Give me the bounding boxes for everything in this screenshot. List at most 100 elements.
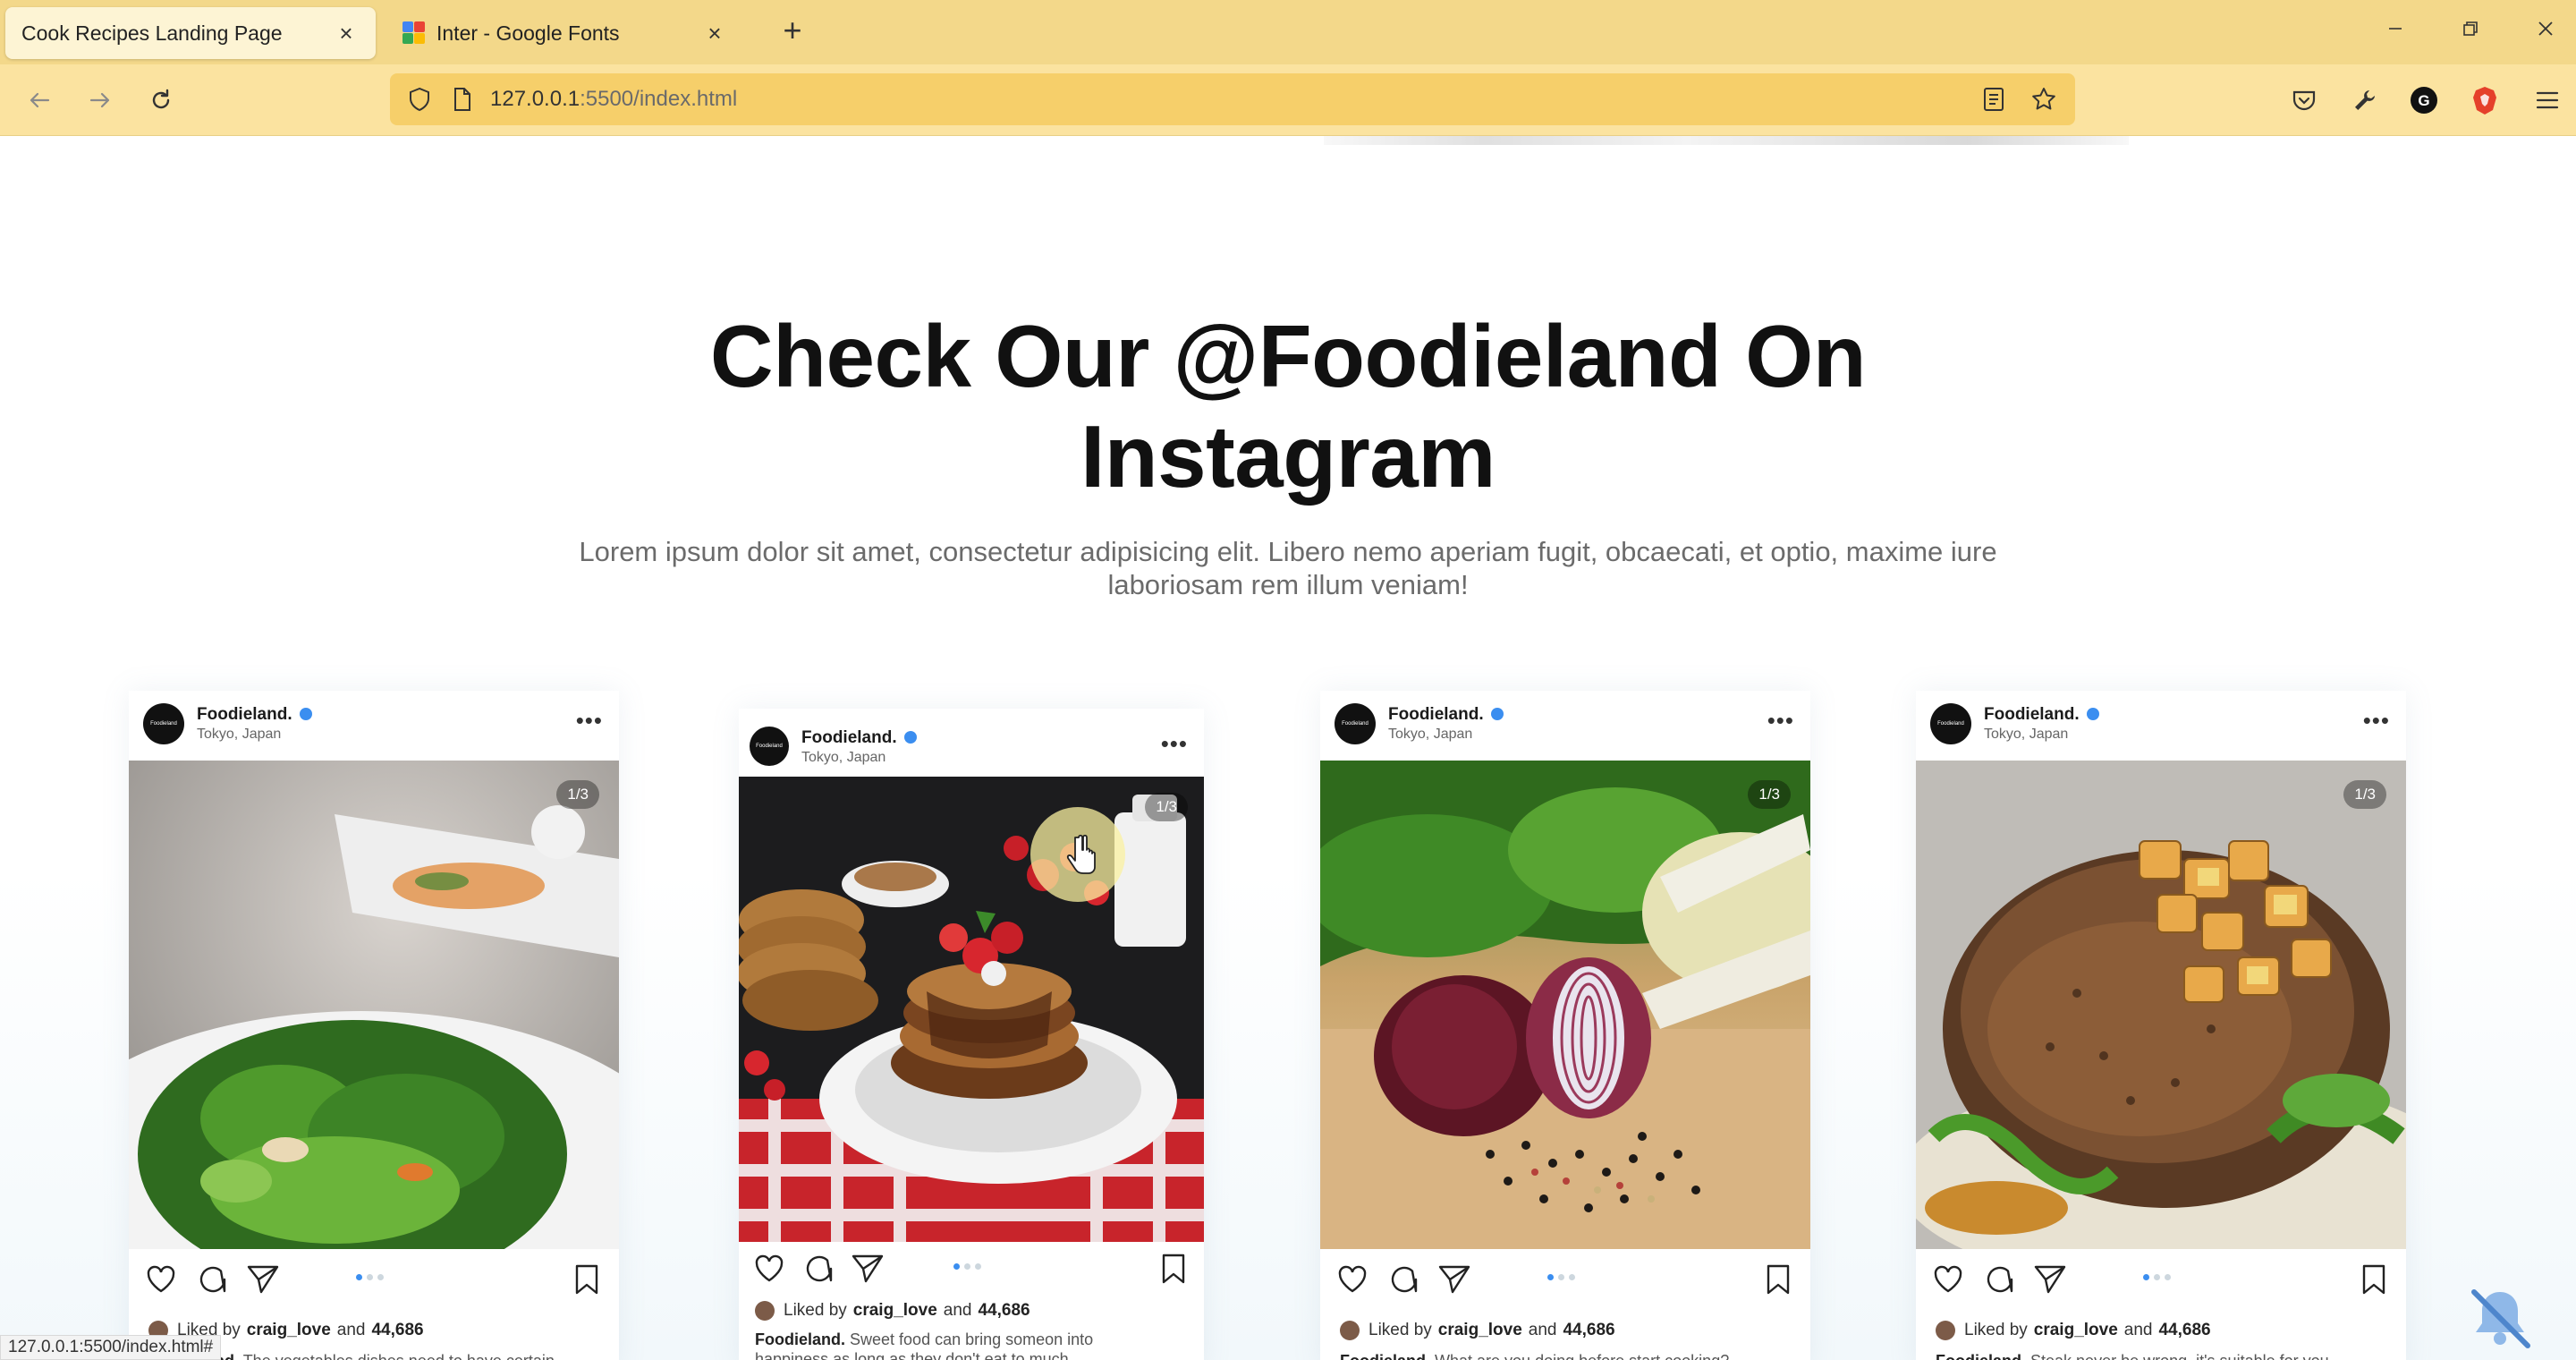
tab-title: Cook Recipes Landing Page: [21, 21, 283, 45]
carousel-dots: [356, 1274, 384, 1280]
url-path: :5500/index.html: [580, 87, 738, 111]
instagram-post-card[interactable]: Foodieland Foodieland. Tokyo, Japan •••: [1320, 691, 1810, 1360]
post-account[interactable]: Foodieland.: [1984, 705, 2099, 725]
notifications-muted-bell-icon[interactable]: [2462, 1279, 2538, 1356]
post-account[interactable]: Foodieland.: [801, 728, 917, 748]
browser-nav-bar: 127.0.0.1:5500/index.html G: [0, 64, 2576, 136]
instagram-post-card[interactable]: Foodieland Foodieland. Tokyo, Japan •••: [739, 709, 1204, 1360]
post-location: Tokyo, Japan: [1984, 727, 2069, 742]
minimize-window-icon[interactable]: [2368, 11, 2422, 47]
liker-username[interactable]: craig_love: [247, 1321, 331, 1340]
svg-text:G: G: [2418, 92, 2429, 109]
post-account[interactable]: Foodieland.: [197, 705, 312, 725]
post-header: Foodieland Foodieland. Tokyo, Japan •••: [1320, 691, 1810, 761]
post-actions: [129, 1249, 619, 1308]
image-counter-badge: 1/3: [2343, 780, 2386, 809]
post-caption: Foodieland. Sweet food can bring someon …: [755, 1330, 1094, 1360]
browser-status-bar: 127.0.0.1:5500/index.html#: [0, 1335, 222, 1360]
share-icon[interactable]: [1436, 1262, 1472, 1297]
post-photo-salad[interactable]: 1/3: [129, 761, 619, 1249]
section-subtitle: Lorem ipsum dolor sit amet, consectetur …: [537, 535, 2039, 601]
liker-username[interactable]: craig_love: [2034, 1321, 2118, 1340]
verified-badge-icon: [299, 708, 312, 720]
comment-icon[interactable]: [1386, 1262, 1422, 1297]
avatar[interactable]: Foodieland: [750, 727, 789, 766]
tab-title: Inter - Google Fonts: [436, 21, 620, 45]
like-count: 44,686: [2158, 1321, 2211, 1339]
section-subtitle-line2: laboriosam rem illum veniam!: [1107, 569, 1469, 600]
grammarly-icon[interactable]: G: [2404, 81, 2444, 120]
more-options-icon[interactable]: •••: [1767, 707, 1794, 735]
image-counter-badge: 1/3: [556, 780, 599, 809]
post-caption: Foodieland. Steak never be wrong, it's s…: [1936, 1351, 2392, 1360]
back-arrow-icon[interactable]: [20, 81, 59, 120]
comment-icon[interactable]: [801, 1251, 837, 1287]
more-options-icon[interactable]: •••: [1161, 730, 1188, 758]
verified-badge-icon: [903, 731, 917, 744]
page-icon: [453, 87, 472, 112]
instagram-section: Check Our @Foodieland On Instagram Lorem…: [0, 136, 2576, 1360]
liker-avatar: [1340, 1321, 1360, 1340]
bookmark-icon[interactable]: [1760, 1262, 1796, 1297]
instagram-post-card[interactable]: Foodieland Foodieland. Tokyo, Japan •••: [1916, 691, 2406, 1360]
post-photo-steak[interactable]: 1/3: [1916, 761, 2406, 1249]
post-header: Foodieland Foodieland. Tokyo, Japan •••: [129, 691, 619, 761]
avatar[interactable]: Foodieland: [1930, 703, 1971, 744]
carousel-dots: [953, 1263, 981, 1270]
comment-icon[interactable]: [1982, 1262, 2018, 1297]
post-likes: Liked by craig_love and 44,686: [1340, 1321, 1622, 1340]
heart-icon[interactable]: [143, 1262, 179, 1297]
wrench-icon[interactable]: [2345, 81, 2385, 120]
share-icon[interactable]: [850, 1251, 886, 1287]
heart-icon[interactable]: [1930, 1262, 1966, 1297]
like-count: 44,686: [1563, 1321, 1615, 1339]
section-title: Check Our @Foodieland On Instagram: [0, 306, 2576, 506]
menu-icon[interactable]: [2528, 81, 2567, 120]
close-window-icon[interactable]: [2519, 11, 2572, 47]
avatar[interactable]: Foodieland: [1335, 703, 1376, 744]
browser-tab-bar: Cook Recipes Landing Page × Inter - Goog…: [0, 0, 2576, 64]
comment-icon[interactable]: [195, 1262, 231, 1297]
restore-window-icon[interactable]: [2444, 11, 2497, 47]
section-title-line1: Check Our @Foodieland On: [709, 307, 1867, 405]
bookmark-icon[interactable]: [569, 1262, 605, 1297]
forward-arrow-icon[interactable]: [80, 81, 120, 120]
close-tab-icon[interactable]: ×: [701, 20, 728, 47]
post-caption: Foodieland. What are you doing before st…: [1340, 1351, 1796, 1360]
heart-icon[interactable]: [1335, 1262, 1370, 1297]
post-location: Tokyo, Japan: [1388, 727, 1473, 742]
share-icon[interactable]: [245, 1262, 281, 1297]
avatar[interactable]: Foodieland: [143, 703, 184, 744]
brave-icon[interactable]: [2465, 81, 2504, 120]
previous-section-edge: [1324, 136, 2129, 145]
star-icon[interactable]: [2030, 86, 2057, 113]
liker-username[interactable]: craig_love: [1438, 1321, 1522, 1340]
heart-icon[interactable]: [751, 1251, 787, 1287]
post-header: Foodieland Foodieland. Tokyo, Japan •••: [739, 709, 1204, 771]
tab-google-fonts[interactable]: Inter - Google Fonts ×: [386, 7, 744, 59]
post-account[interactable]: Foodieland.: [1388, 705, 1504, 725]
more-options-icon[interactable]: •••: [576, 707, 603, 735]
more-options-icon[interactable]: •••: [2363, 707, 2390, 735]
bookmark-icon[interactable]: [1156, 1251, 1191, 1287]
post-photo-onion[interactable]: 1/3: [1320, 761, 1810, 1249]
instagram-post-card[interactable]: Foodieland Foodieland. Tokyo, Japan •••: [129, 691, 619, 1360]
post-photo-pancakes[interactable]: 1/3: [739, 777, 1204, 1242]
reader-view-icon[interactable]: [1982, 87, 2005, 112]
shield-icon[interactable]: [408, 87, 431, 112]
liker-username[interactable]: craig_love: [853, 1301, 937, 1321]
carousel-dots: [2143, 1274, 2171, 1280]
tab-cook-recipes[interactable]: Cook Recipes Landing Page ×: [5, 7, 376, 59]
verified-badge-icon: [1490, 708, 1504, 720]
reload-icon[interactable]: [141, 81, 181, 120]
pocket-icon[interactable]: [2284, 81, 2324, 120]
bookmark-icon[interactable]: [2356, 1262, 2392, 1297]
new-tab-button[interactable]: +: [775, 13, 810, 48]
carousel-dots: [1547, 1274, 1575, 1280]
close-tab-icon[interactable]: ×: [333, 20, 360, 47]
post-header: Foodieland Foodieland. Tokyo, Japan •••: [1916, 691, 2406, 761]
hand-cursor-icon: [1066, 834, 1096, 874]
share-icon[interactable]: [2032, 1262, 2068, 1297]
address-bar[interactable]: 127.0.0.1:5500/index.html: [390, 73, 2075, 125]
image-counter-badge: 1/3: [1145, 793, 1188, 821]
